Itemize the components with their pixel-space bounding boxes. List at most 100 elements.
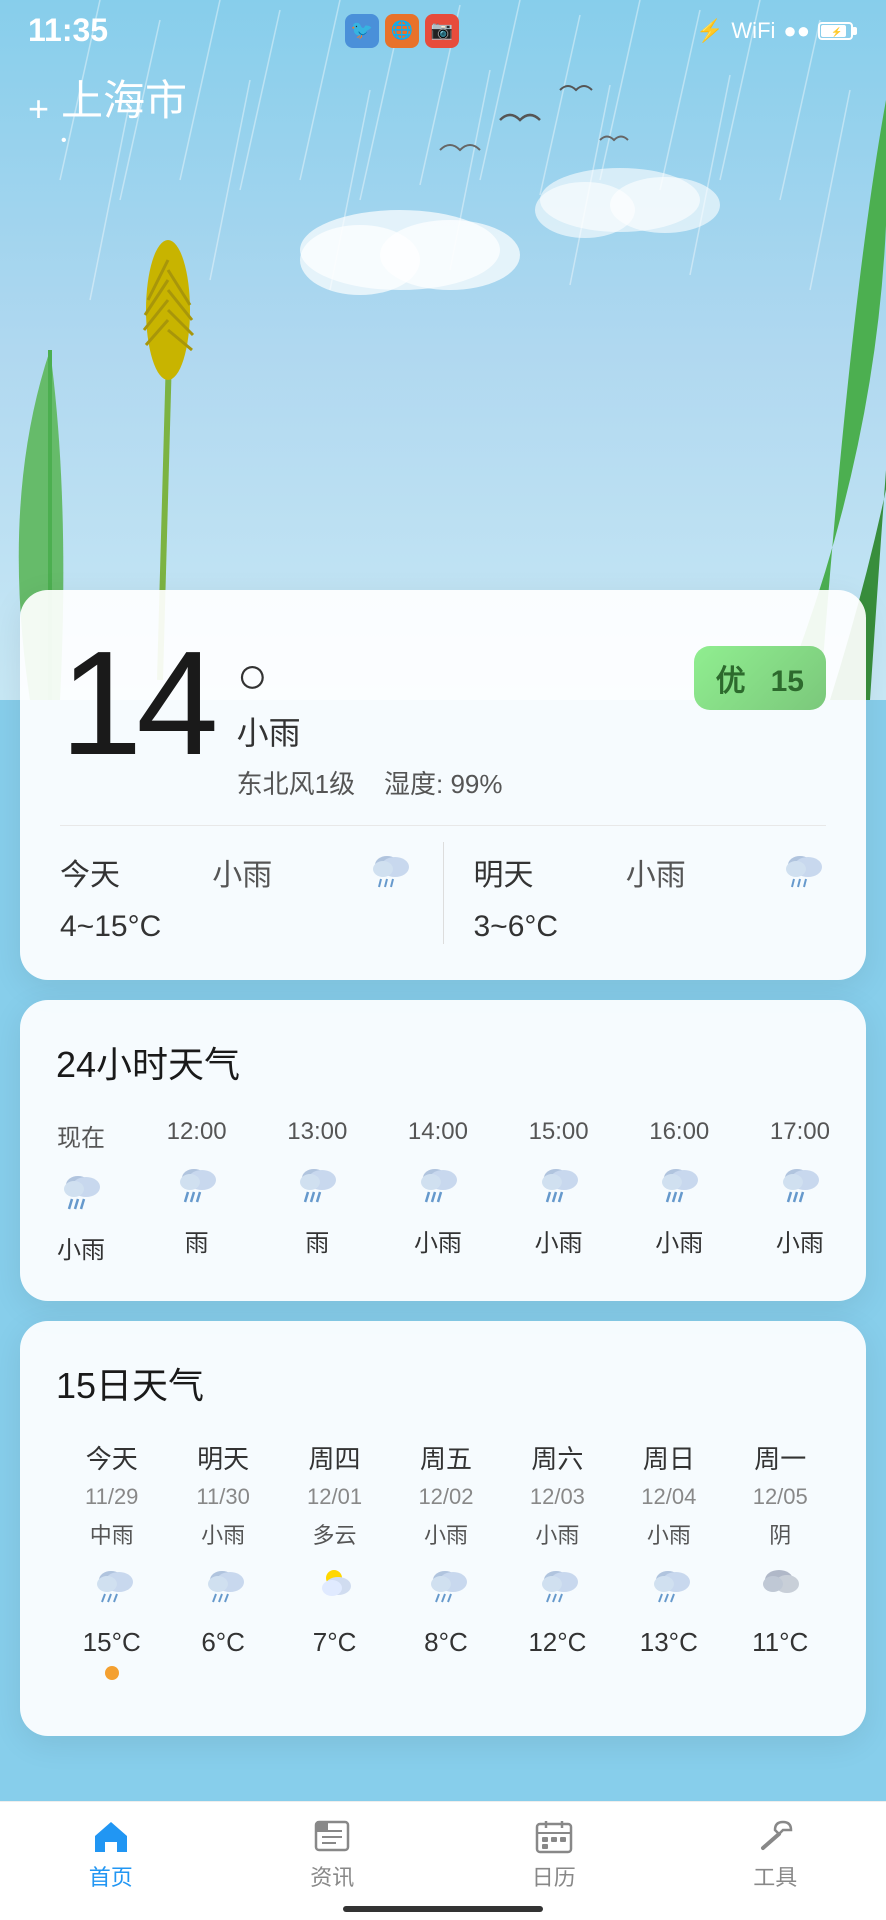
hour-time: 现在 — [57, 1118, 105, 1153]
forecast-day-label: 周五 — [420, 1439, 472, 1476]
tools-icon — [755, 1818, 795, 1854]
nav-tools[interactable]: 工具 — [753, 1818, 797, 1892]
forecast-date: 12/02 — [418, 1484, 473, 1510]
add-city-button[interactable]: + — [28, 88, 49, 130]
forecast-grid: 今天 11/29 中雨 15°C 明天 11/30 小雨 6°C 周四 12/0… — [56, 1439, 836, 1680]
hourly-item: 15:00 小雨 — [529, 1118, 589, 1265]
today-header-row: 今天 小雨 — [60, 842, 413, 902]
aqi-label: 优 — [716, 665, 746, 698]
today-tomorrow-row: 今天 小雨 4~1 — [60, 825, 826, 944]
status-bar: 11:35 🐦 🌐 📷 ⚡ WiFi ●● ⚡ — [0, 0, 886, 57]
forecast-icon — [423, 1562, 469, 1615]
forecast-date: 12/01 — [307, 1484, 362, 1510]
forecast-temp: 13°C — [640, 1627, 698, 1658]
wind-humidity: 东北风1级 湿度: 99% — [237, 764, 670, 801]
forecast-day-col: 周一 12/05 阴 11°C — [725, 1439, 836, 1680]
hourly-item: 现在 小雨 — [56, 1118, 106, 1265]
bluetooth-icon: ⚡ — [696, 18, 723, 44]
hourly-item: 12:00 雨 — [167, 1118, 227, 1265]
hourly-item: 16:00 小雨 — [649, 1118, 709, 1265]
notification-icons: 🐦 🌐 📷 — [345, 14, 459, 48]
forecast-icon — [200, 1562, 246, 1615]
forecast-day-label: 今天 — [86, 1439, 138, 1476]
nav-home[interactable]: 首页 — [89, 1818, 133, 1892]
notif-icon-3: 📷 — [425, 14, 459, 48]
tomorrow-weather: 小雨 — [626, 850, 686, 894]
hourly-item: 17:00 小雨 — [770, 1118, 830, 1265]
forecast-icon — [534, 1562, 580, 1615]
weather-description: 小雨 — [237, 708, 670, 754]
today-temp: 4~15°C — [60, 910, 413, 944]
today-label: 今天 — [60, 850, 120, 894]
signal-icon: ●● — [783, 18, 810, 44]
hour-icon — [172, 1160, 222, 1209]
location-dot: • — [61, 132, 187, 150]
temp-dot — [105, 1666, 119, 1680]
main-weather-card: 14 ○ 小雨 东北风1级 湿度: 99% 优 15 — [20, 590, 866, 980]
forecast-temp: 6°C — [201, 1627, 245, 1658]
temperature-row: 14 ○ 小雨 东北风1级 湿度: 99% 优 15 — [60, 630, 826, 801]
hour-icon — [292, 1160, 342, 1209]
weather-info: ○ 小雨 东北风1级 湿度: 99% — [237, 630, 670, 801]
hour-time: 17:00 — [770, 1118, 830, 1146]
forecast-card: 15日天气 今天 11/29 中雨 15°C 明天 11/30 小雨 6°C — [20, 1321, 866, 1736]
forecast-day-col: 周六 12/03 小雨 12°C — [502, 1439, 613, 1680]
tomorrow-header-row: 明天 小雨 — [474, 842, 827, 902]
forecast-weather-label: 阴 — [769, 1518, 791, 1550]
forecast-day-label: 周四 — [309, 1439, 361, 1476]
forecast-temp: 12°C — [528, 1627, 586, 1658]
hour-icon — [534, 1160, 584, 1209]
forecast-title: 15日天气 — [56, 1357, 836, 1409]
tomorrow-section: 明天 小雨 3~6 — [474, 842, 827, 944]
hour-time: 15:00 — [529, 1118, 589, 1146]
forecast-date: 12/05 — [753, 1484, 808, 1510]
forecast-day-label: 周一 — [754, 1439, 806, 1476]
notif-icon-2: 🌐 — [385, 14, 419, 48]
hourly-weather-card: 24小时天气 现在 小雨 12:00 — [20, 1000, 866, 1301]
nav-calendar[interactable]: 日历 — [532, 1818, 576, 1892]
forecast-icon — [646, 1562, 692, 1615]
hour-desc: 小雨 — [776, 1223, 824, 1258]
hour-desc: 小雨 — [414, 1223, 462, 1258]
nav-tools-label: 工具 — [753, 1860, 797, 1892]
hour-desc: 小雨 — [655, 1223, 703, 1258]
hour-icon — [775, 1160, 825, 1209]
hour-icon — [413, 1160, 463, 1209]
nav-news-label: 资讯 — [310, 1860, 354, 1892]
tomorrow-temp: 3~6°C — [474, 910, 827, 944]
wind-info: 东北风1级 — [237, 769, 355, 799]
forecast-day-col: 周日 12/04 小雨 13°C — [613, 1439, 724, 1680]
calendar-icon — [534, 1818, 574, 1854]
current-temperature: 14 — [60, 630, 213, 778]
hour-time: 16:00 — [649, 1118, 709, 1146]
forecast-date: 11/30 — [196, 1484, 249, 1510]
forecast-date: 12/03 — [530, 1484, 585, 1510]
forecast-day-label: 周日 — [643, 1439, 695, 1476]
hour-desc: 小雨 — [535, 1223, 583, 1258]
content-area: 14 ○ 小雨 东北风1级 湿度: 99% 优 15 — [0, 590, 886, 1736]
forecast-temp: 8°C — [424, 1627, 468, 1658]
forecast-date: 11/29 — [85, 1484, 138, 1510]
tomorrow-weather-icon — [778, 842, 826, 902]
forecast-day-col: 今天 11/29 中雨 15°C — [56, 1439, 167, 1680]
forecast-temp: 7°C — [313, 1627, 357, 1658]
today-section: 今天 小雨 4~1 — [60, 842, 413, 944]
nav-calendar-label: 日历 — [532, 1860, 576, 1892]
aqi-badge: 优 15 — [694, 646, 826, 710]
hour-icon — [654, 1160, 704, 1209]
degree-symbol: ○ — [237, 650, 670, 702]
bottom-navigation: 首页 资讯 日历 工具 — [0, 1801, 886, 1920]
nav-news[interactable]: 资讯 — [310, 1818, 354, 1892]
battery-icon: ⚡ — [818, 21, 858, 41]
hour-desc: 雨 — [185, 1223, 209, 1258]
forecast-day-col: 周五 12/02 小雨 8°C — [390, 1439, 501, 1680]
forecast-weather-label: 小雨 — [647, 1518, 691, 1550]
forecast-icon — [757, 1562, 803, 1615]
humidity-info: 湿度: 99% — [384, 769, 503, 799]
home-icon — [91, 1818, 131, 1854]
forecast-weather-label: 小雨 — [424, 1518, 468, 1550]
city-header: + 上海市 • — [0, 57, 886, 170]
hourly-title: 24小时天气 — [56, 1036, 830, 1088]
svg-text:⚡: ⚡ — [831, 26, 842, 38]
forecast-icon — [312, 1562, 358, 1615]
